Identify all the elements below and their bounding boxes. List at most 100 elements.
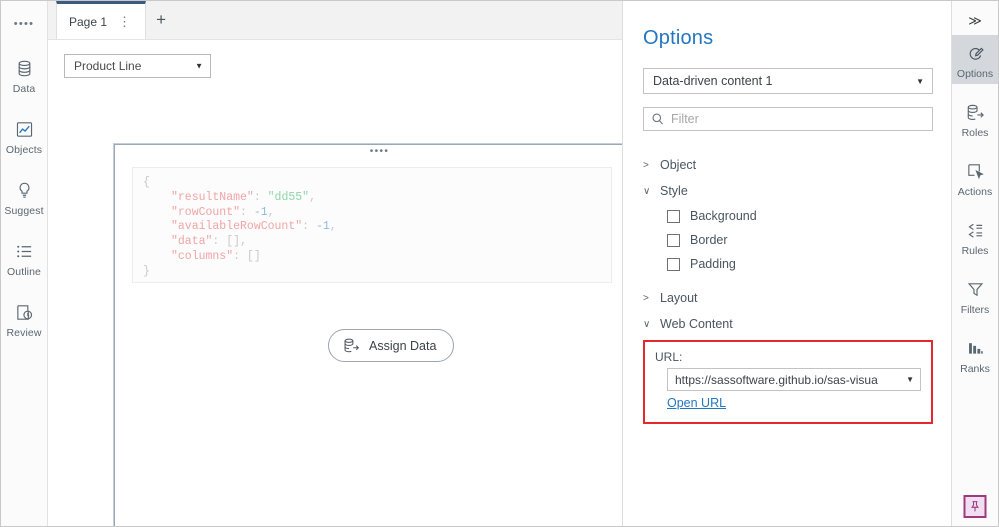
checkbox-label: Border (690, 233, 728, 247)
database-icon (15, 58, 34, 78)
checkbox-label: Padding (690, 257, 736, 271)
chevron-double-right-icon: ≫ (968, 13, 982, 28)
pin-panel-button[interactable] (963, 495, 987, 518)
rail-item-ranks[interactable]: Ranks (952, 330, 999, 379)
sidebar-item-label: Data (12, 83, 36, 95)
json-line: { (143, 176, 150, 189)
json-line: "rowCount": -1, (171, 205, 275, 219)
url-label: URL: (655, 350, 683, 364)
sidebar-item-label: Objects (5, 144, 43, 156)
sidebar-item-suggest[interactable]: Suggest (1, 173, 48, 220)
review-clock-icon (15, 302, 34, 322)
json-line: "resultName": "dd55", (171, 190, 316, 204)
section-layout[interactable]: > Layout (643, 285, 933, 311)
assign-data-label: Assign Data (369, 338, 437, 353)
rail-item-label: Roles (961, 127, 989, 139)
url-dropdown[interactable]: https://sassoftware.github.io/sas-visua … (667, 368, 921, 391)
plus-icon: + (156, 10, 167, 29)
checkbox-row-border[interactable]: Border (643, 228, 933, 252)
ranks-bars-icon (966, 338, 985, 358)
chevron-down-icon: ∨ (643, 185, 651, 197)
section-label: Web Content (660, 317, 733, 331)
kebab-menu-icon[interactable]: ⋮ (116, 15, 133, 28)
rail-item-label: Rules (961, 245, 989, 257)
section-style[interactable]: ∨ Style (643, 178, 933, 204)
sidebar-item-objects[interactable]: Objects (1, 112, 48, 159)
json-line: "data": [], (171, 235, 247, 249)
section-label: Object (660, 158, 697, 172)
tab-label: Page 1 (69, 14, 108, 29)
prompt-bar: Product Line ▼ (48, 40, 622, 78)
sidebar-item-review[interactable]: Review (1, 295, 48, 342)
web-content-highlight: URL: https://sassoftware.github.io/sas-v… (643, 340, 933, 424)
collapse-panel-button[interactable]: ≫ (952, 7, 998, 35)
sidebar-item-label: Outline (7, 266, 41, 278)
search-input[interactable] (671, 112, 924, 126)
rail-drag-dots-icon[interactable]: •••• (14, 19, 35, 30)
chevron-down-icon: ▼ (916, 76, 924, 86)
dropdown-value: Product Line (74, 59, 142, 73)
rail-item-label: Options (956, 68, 994, 80)
json-line: } (143, 264, 150, 278)
sidebar-item-outline[interactable]: Outline (1, 234, 48, 281)
actions-icon (966, 161, 985, 181)
rail-item-rules[interactable]: Rules (952, 212, 999, 261)
checkbox-label: Background (690, 209, 757, 223)
object-select-dropdown[interactable]: Data-driven content 1 ▼ (643, 68, 933, 94)
app-window: •••• Data Objects Suggest Outline Review… (0, 0, 999, 527)
checkbox-background[interactable] (667, 209, 680, 223)
json-preview: { "resultName": "dd55", "rowCount": -1, "av… (132, 167, 612, 283)
object-drag-dots-icon[interactable]: •••• (115, 145, 622, 159)
sidebar-item-label: Review (6, 327, 42, 339)
checkbox-padding[interactable] (667, 257, 680, 271)
rail-item-filters[interactable]: Filters (952, 271, 999, 320)
sidebar-item-label: Suggest (4, 205, 44, 217)
rail-item-label: Actions (957, 186, 993, 198)
options-panel: Options Data-driven content 1 ▼ > Object… (622, 1, 951, 526)
json-line: "columns": [] (171, 249, 261, 263)
assign-data-icon (343, 337, 360, 354)
page-tab-bar: Page 1 ⋮ + (48, 1, 622, 39)
assign-data-button[interactable]: Assign Data (328, 329, 455, 362)
json-line: "availableRowCount": -1, (171, 220, 337, 234)
chevron-right-icon: > (643, 292, 649, 304)
section-object[interactable]: > Object (643, 152, 933, 178)
section-label: Layout (660, 291, 698, 305)
chart-icon (15, 119, 34, 139)
canvas-area: Page 1 ⋮ + Product Line ▼ •••• ⋮ (48, 1, 622, 526)
checkbox-border[interactable] (667, 233, 680, 247)
data-driven-content-object[interactable]: •••• ⋮ {"resultName": "dd55","rowCount":… (113, 143, 622, 526)
add-page-button[interactable]: + (146, 1, 176, 39)
filter-funnel-icon (966, 279, 985, 299)
section-web-content[interactable]: ∨ Web Content (643, 311, 933, 337)
report-canvas: Product Line ▼ •••• ⋮ (48, 39, 622, 526)
checkbox-row-padding[interactable]: Padding (643, 252, 933, 276)
chevron-down-icon: ▼ (195, 61, 203, 71)
pushpin-icon (969, 500, 982, 513)
list-icon (15, 241, 34, 261)
rail-item-options[interactable]: Options (951, 35, 998, 84)
search-icon (651, 112, 665, 126)
object-select-value: Data-driven content 1 (653, 74, 773, 88)
open-url-link[interactable]: Open URL (667, 396, 726, 410)
filter-box[interactable] (643, 107, 933, 131)
section-label: Style (660, 184, 688, 198)
rules-icon (966, 220, 985, 240)
rail-item-label: Filters (960, 304, 990, 316)
sidebar-item-data[interactable]: Data (1, 51, 48, 98)
options-icon (966, 43, 985, 63)
chevron-down-icon: ▼ (903, 375, 914, 384)
page-title: Options (643, 27, 714, 49)
chevron-down-icon: ∨ (643, 318, 651, 330)
rail-item-roles[interactable]: Roles (952, 94, 999, 143)
right-navigation-rail: ≫ Options Roles Actions Rules Filters Ra… (951, 1, 998, 526)
roles-icon (966, 102, 985, 122)
url-value: https://sassoftware.github.io/sas-visua (675, 372, 878, 387)
lightbulb-icon (15, 180, 34, 200)
rail-item-actions[interactable]: Actions (952, 153, 999, 202)
checkbox-row-background[interactable]: Background (643, 204, 933, 228)
product-line-dropdown[interactable]: Product Line ▼ (64, 54, 211, 78)
rail-item-label: Ranks (960, 363, 990, 375)
tab-page-1[interactable]: Page 1 ⋮ (56, 1, 147, 39)
